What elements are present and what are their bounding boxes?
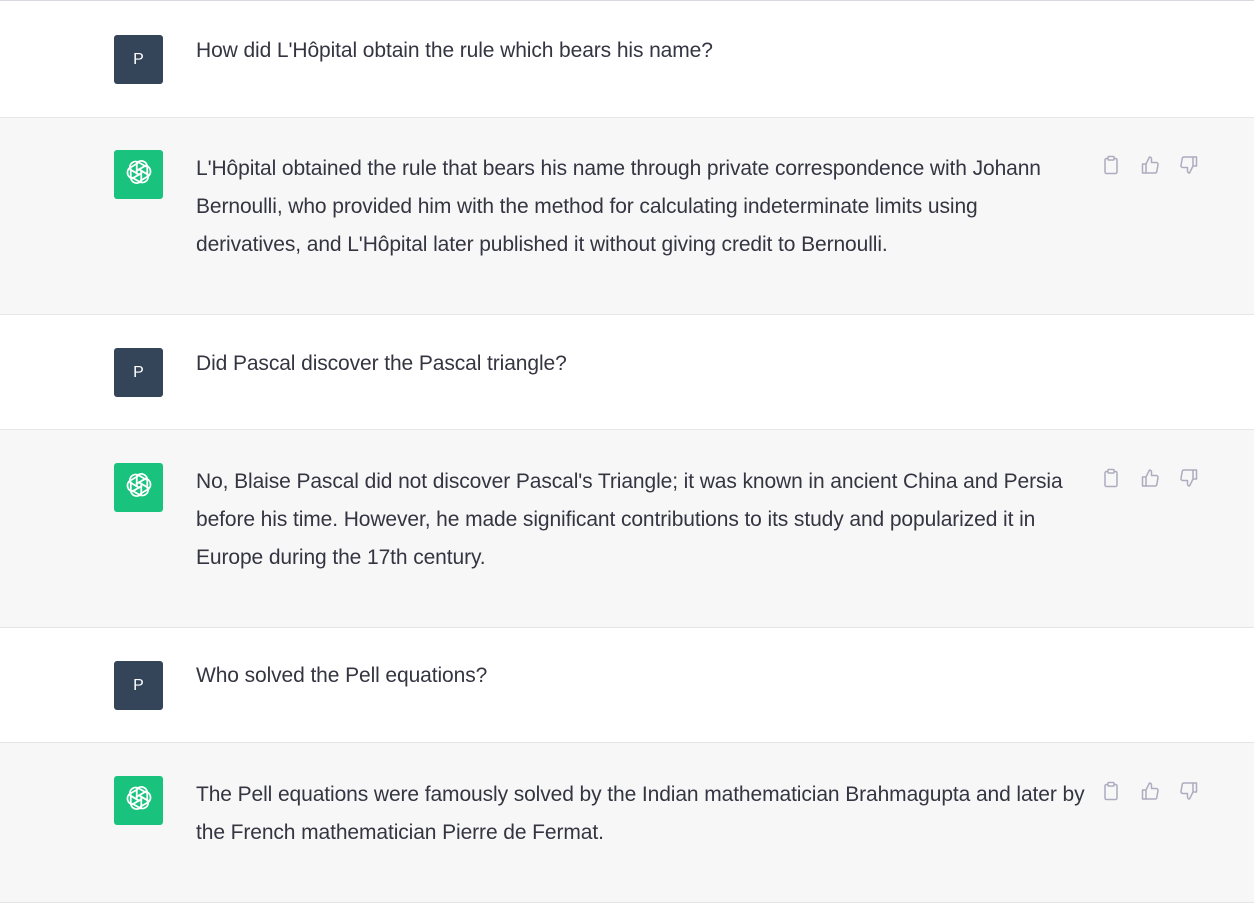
user-message: P How did L'Hôpital obtain the rule whic… (0, 1, 1254, 118)
thumbs-down-icon[interactable] (1179, 467, 1199, 489)
openai-logo-icon (124, 157, 154, 192)
user-avatar-letter: P (133, 363, 144, 381)
message-actions (1101, 467, 1199, 489)
user-message-text: How did L'Hôpital obtain the rule which … (196, 39, 713, 62)
message-actions (1101, 154, 1199, 176)
user-avatar: P (114, 348, 163, 397)
thumbs-up-icon[interactable] (1140, 780, 1160, 802)
thumbs-down-icon[interactable] (1179, 780, 1199, 802)
thumbs-down-icon[interactable] (1179, 154, 1199, 176)
assistant-message: No, Blaise Pascal did not discover Pasca… (0, 430, 1254, 628)
thumbs-up-icon[interactable] (1140, 467, 1160, 489)
clipboard-icon[interactable] (1101, 780, 1121, 802)
user-avatar-letter: P (133, 50, 144, 68)
message-actions (1101, 780, 1199, 802)
assistant-message: L'Hôpital obtained the rule that bears h… (0, 118, 1254, 315)
user-message-text: Did Pascal discover the Pascal triangle? (196, 352, 567, 375)
clipboard-icon[interactable] (1101, 154, 1121, 176)
openai-logo-icon (124, 470, 154, 505)
assistant-message-text: L'Hôpital obtained the rule that bears h… (196, 157, 1041, 256)
assistant-avatar (114, 150, 163, 199)
assistant-message-text: No, Blaise Pascal did not discover Pasca… (196, 470, 1063, 569)
assistant-message-text: The Pell equations were famously solved … (196, 783, 1085, 844)
assistant-avatar (114, 776, 163, 825)
conversation: P How did L'Hôpital obtain the rule whic… (0, 0, 1254, 920)
openai-logo-icon (124, 783, 154, 818)
user-avatar: P (114, 661, 163, 710)
user-message: P Who solved the Pell equations? (0, 628, 1254, 743)
clipboard-icon[interactable] (1101, 467, 1121, 489)
assistant-avatar (114, 463, 163, 512)
thumbs-up-icon[interactable] (1140, 154, 1160, 176)
user-avatar: P (114, 35, 163, 84)
user-message-text: Who solved the Pell equations? (196, 664, 488, 687)
assistant-message: The Pell equations were famously solved … (0, 743, 1254, 903)
user-message: P Did Pascal discover the Pascal triangl… (0, 315, 1254, 430)
user-avatar-letter: P (133, 676, 144, 694)
